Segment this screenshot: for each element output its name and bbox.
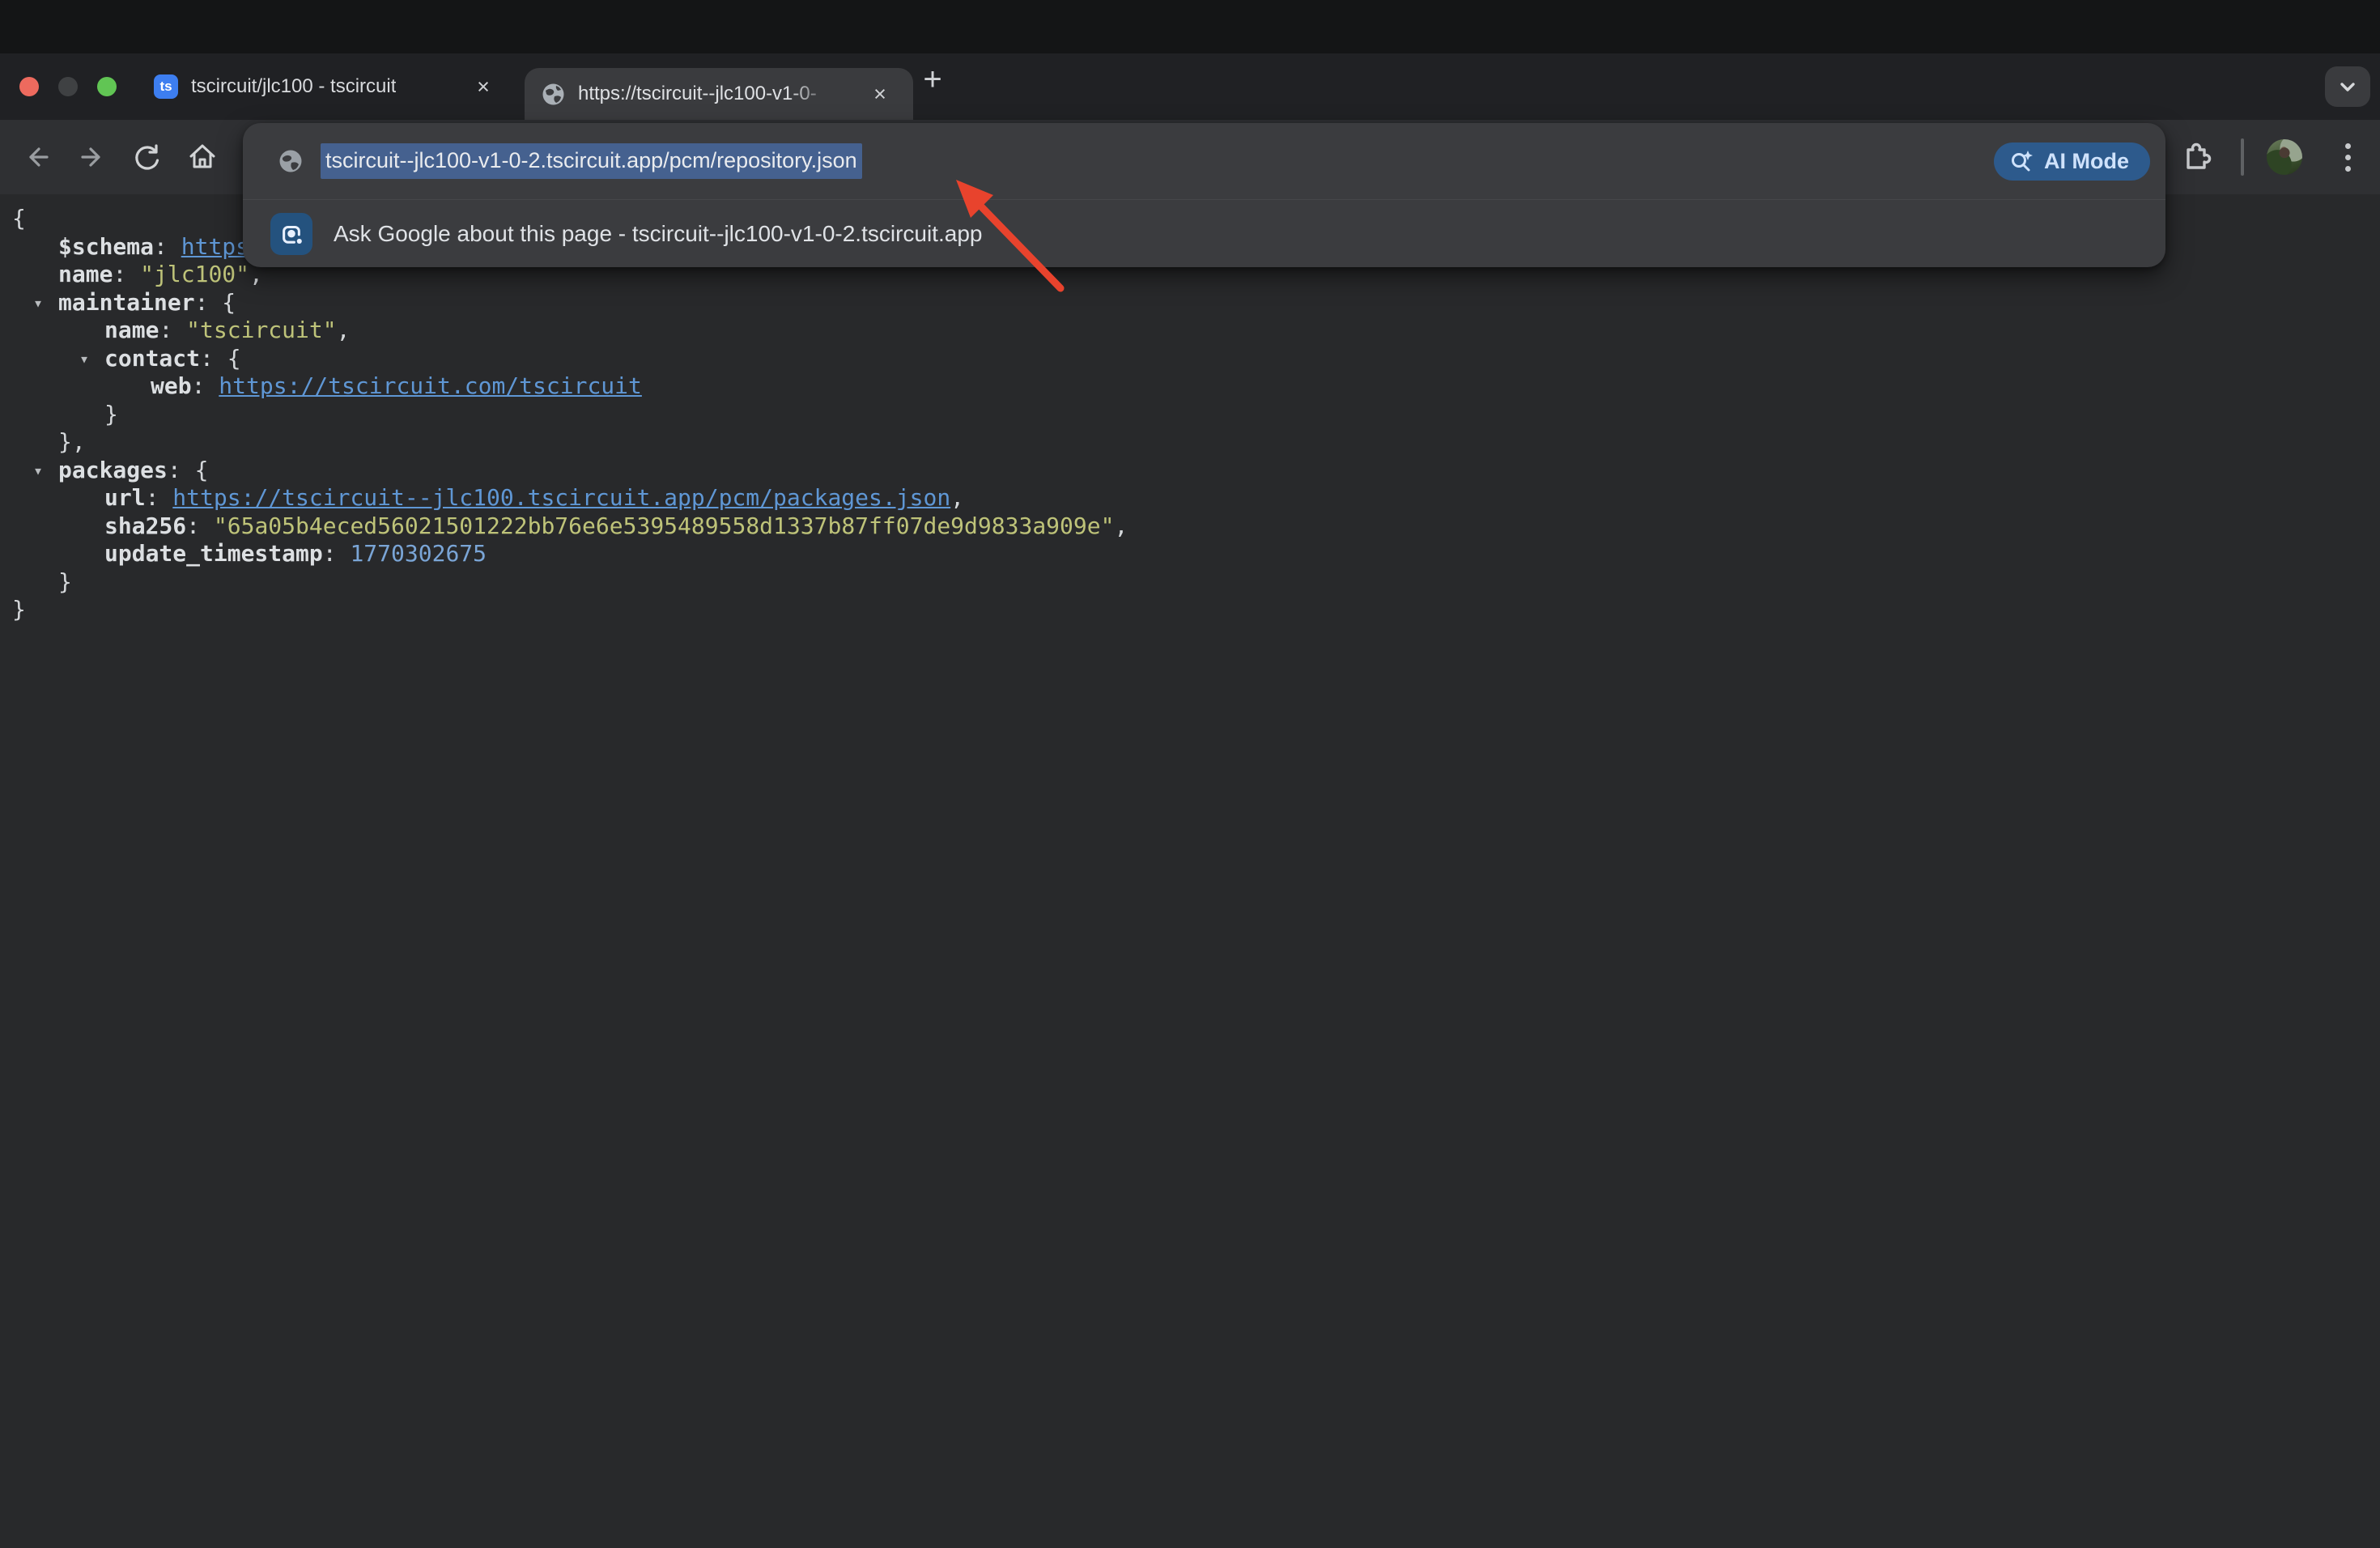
traffic-lights xyxy=(19,77,117,96)
json-punct: : xyxy=(323,540,351,567)
json-punct: : { xyxy=(168,457,209,483)
json-key: packages xyxy=(58,457,168,483)
json-link[interactable]: https xyxy=(181,233,249,260)
json-punct: } xyxy=(104,401,118,427)
json-key: web xyxy=(151,372,192,399)
tab-close-icon[interactable]: × xyxy=(866,80,894,108)
json-viewer: { $schema: https name: "jlc100", ▾ maintaine… xyxy=(0,205,1128,624)
json-line: url: https://tscircuit--jlc100.tscircuit… xyxy=(0,484,1128,512)
json-line: ▾ contact: { xyxy=(0,345,1128,373)
json-link[interactable]: https://tscircuit.com/tscircuit xyxy=(219,372,642,399)
reload-button[interactable] xyxy=(120,120,175,194)
json-punct: { xyxy=(12,205,26,232)
json-punct: : { xyxy=(200,345,241,372)
json-line: } xyxy=(0,568,1128,597)
close-window-button[interactable] xyxy=(19,77,39,96)
suggestion-text: Ask Google about this page - tscircuit--… xyxy=(334,221,982,247)
json-string: "tscircuit" xyxy=(186,317,336,343)
json-key: name xyxy=(58,261,113,287)
json-line: ▾ packages: { xyxy=(0,457,1128,485)
json-punct: , xyxy=(337,317,351,343)
kebab-menu-icon xyxy=(2345,143,2351,149)
json-key: name xyxy=(104,317,159,343)
url-input-selected-text[interactable]: tscircuit--jlc100-v1-0-2.tscircuit.app/p… xyxy=(321,143,862,179)
json-string: "jlc100" xyxy=(140,261,249,287)
ai-mode-search-sparkle-icon xyxy=(2008,149,2034,175)
json-link[interactable]: https://tscircuit--jlc100.tscircuit.app/… xyxy=(172,484,950,511)
toolbar-divider xyxy=(2241,138,2244,176)
tab-strip: ts tscircuit/jlc100 - tscircuit × https:… xyxy=(0,53,2380,120)
globe-icon xyxy=(542,83,564,105)
json-key: contact xyxy=(104,345,200,372)
json-key: sha256 xyxy=(104,512,186,539)
chevron-down-icon xyxy=(2335,74,2360,99)
tab-tscircuit-jlc100[interactable]: ts tscircuit/jlc100 - tscircuit × xyxy=(152,53,510,120)
back-icon xyxy=(22,142,53,172)
json-line: name: "tscircuit", xyxy=(0,317,1128,345)
browser-menu-button[interactable] xyxy=(2325,120,2370,194)
new-tab-button[interactable]: + xyxy=(915,62,950,97)
home-icon xyxy=(187,142,218,172)
json-number: 1770302675 xyxy=(350,540,487,567)
omnibox-dropdown: tscircuit--jlc100-v1-0-2.tscircuit.app/p… xyxy=(243,123,2165,267)
back-button[interactable] xyxy=(10,120,65,194)
json-key: maintainer xyxy=(58,289,195,316)
forward-icon xyxy=(77,142,108,172)
json-punct: , xyxy=(950,484,964,511)
ai-mode-button[interactable]: AI Mode xyxy=(1994,142,2150,181)
zoom-window-button[interactable] xyxy=(97,77,117,96)
tscircuit-favicon: ts xyxy=(154,74,178,99)
nav-buttons xyxy=(10,120,230,194)
json-line: }, xyxy=(0,428,1128,457)
json-string: "65a05b4eced56021501222bb76e6e5395489558… xyxy=(214,512,1115,539)
reload-icon xyxy=(132,142,163,172)
json-punct: : xyxy=(159,317,186,343)
json-punct: : { xyxy=(195,289,236,316)
tab-title: https://tscircuit--jlc100-v1-0- xyxy=(578,83,845,105)
omnibox-suggestion[interactable]: Ask Google about this page - tscircuit--… xyxy=(243,200,2165,267)
toolbar-right xyxy=(2173,120,2380,194)
ask-google-lens-icon xyxy=(270,213,312,255)
json-line: web: https://tscircuit.com/tscircuit xyxy=(0,372,1128,401)
tab-repository-json[interactable]: https://tscircuit--jlc100-v1-0- × xyxy=(525,68,913,120)
json-line: ▾ maintainer: { xyxy=(0,289,1128,317)
json-key: url xyxy=(104,484,146,511)
collapse-triangle-icon[interactable]: ▾ xyxy=(33,289,43,317)
home-button[interactable] xyxy=(175,120,230,194)
collapse-triangle-icon[interactable]: ▾ xyxy=(33,457,43,485)
extensions-puzzle-icon xyxy=(2178,140,2212,174)
json-punct: , xyxy=(1114,512,1128,539)
json-line: } xyxy=(0,596,1128,624)
json-key: update_timestamp xyxy=(104,540,323,567)
json-punct: : xyxy=(154,233,181,260)
collapse-triangle-icon[interactable]: ▾ xyxy=(79,345,89,373)
tab-title: tscircuit/jlc100 - tscircuit xyxy=(191,75,396,98)
json-punct: } xyxy=(58,568,72,595)
page-content: { $schema: https name: "jlc100", ▾ maintaine… xyxy=(0,194,2380,1548)
json-key: $schema xyxy=(58,233,154,260)
minimize-window-button[interactable] xyxy=(58,77,78,96)
json-line: } xyxy=(0,401,1128,429)
json-line: update_timestamp: 1770302675 xyxy=(0,540,1128,568)
tab-close-icon[interactable]: × xyxy=(470,73,497,100)
browser-window: ts tscircuit/jlc100 - tscircuit × https:… xyxy=(0,0,2380,1548)
json-punct: : xyxy=(192,372,219,399)
profile-avatar[interactable] xyxy=(2267,139,2302,175)
omnibox-url-row[interactable]: tscircuit--jlc100-v1-0-2.tscircuit.app/p… xyxy=(243,123,2165,199)
tab-search-button[interactable] xyxy=(2325,66,2370,107)
json-punct: : xyxy=(186,512,214,539)
json-punct: }, xyxy=(58,428,86,455)
globe-icon xyxy=(278,149,303,173)
json-line: sha256: "65a05b4eced56021501222bb76e6e53… xyxy=(0,512,1128,541)
extensions-button[interactable] xyxy=(2173,120,2218,194)
json-punct: } xyxy=(12,596,26,623)
window-top-strip xyxy=(0,0,2380,53)
json-punct: : xyxy=(113,261,140,287)
json-punct: : xyxy=(146,484,173,511)
ai-mode-label: AI Mode xyxy=(2044,149,2129,174)
forward-button[interactable] xyxy=(65,120,120,194)
